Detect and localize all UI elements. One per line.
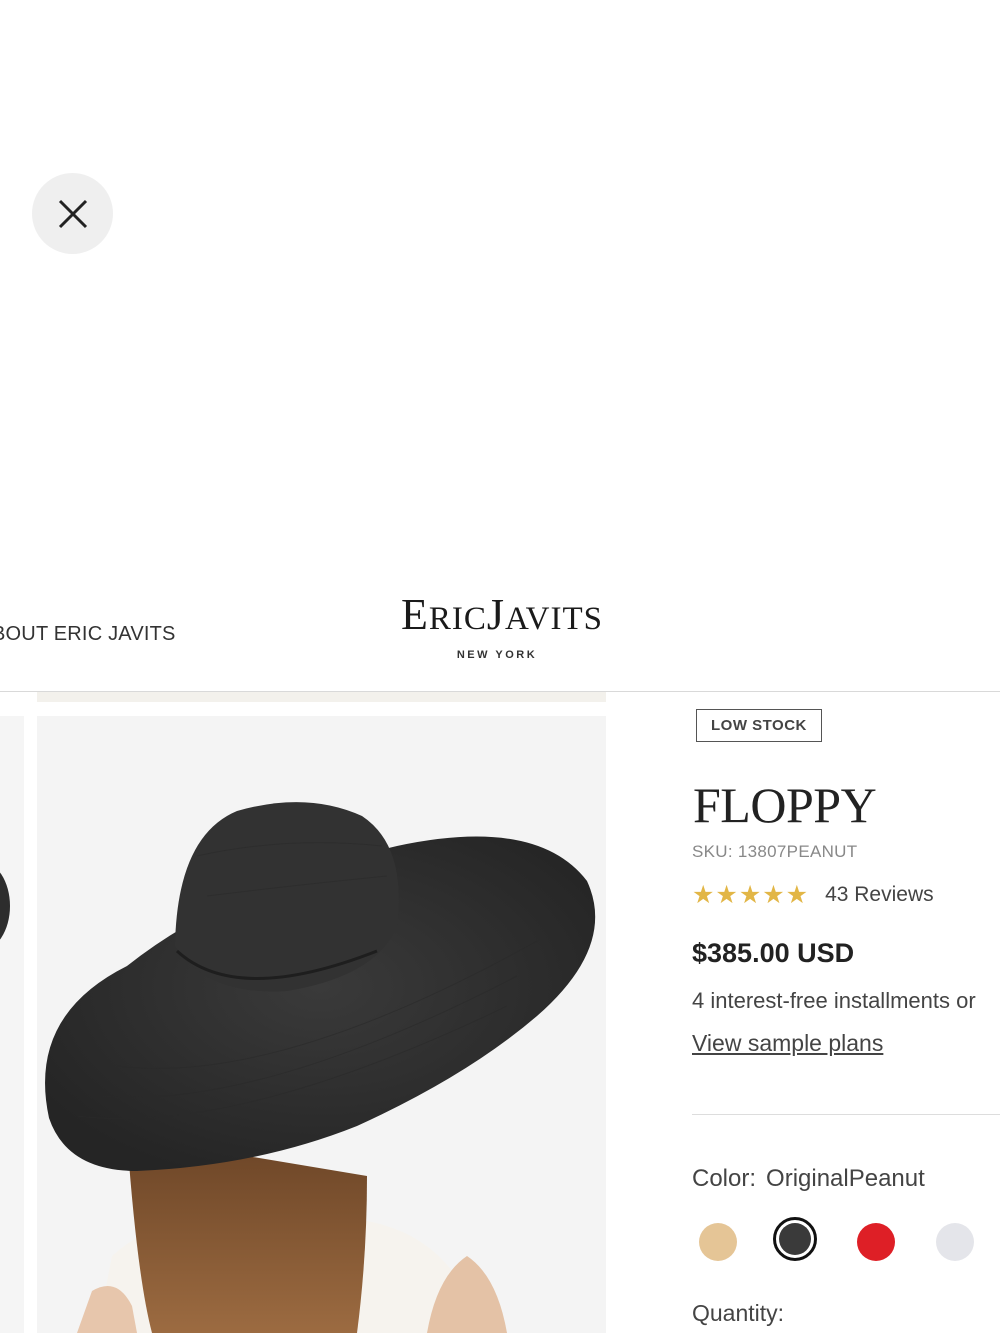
color-label: Color: <box>692 1165 757 1192</box>
hat-photo <box>45 802 596 1333</box>
logo-wordmark: ERICJAVITS <box>401 590 603 639</box>
gallery-top-strip <box>37 692 606 702</box>
close-icon <box>58 199 87 228</box>
logo-subtitle: NEW YORK <box>456 649 538 661</box>
quantity-label: Quantity: <box>692 1300 785 1326</box>
color-value: OriginalPeanut <box>766 1165 925 1192</box>
product-price: $385.00 USD <box>692 938 855 968</box>
product-details: LOW STOCK FLOPPY SKU: 13807PEANUT ★★★★★ … <box>692 692 1000 1333</box>
brand-logo[interactable]: ERICJAVITS NEW YORK <box>386 590 618 662</box>
view-sample-plans-link[interactable]: View sample plans <box>692 1030 883 1057</box>
swatch-peanut[interactable] <box>699 1223 737 1261</box>
low-stock-badge: LOW STOCK <box>696 709 822 742</box>
previous-image-thumb[interactable] <box>0 716 24 1333</box>
product-rating[interactable]: ★★★★★ 43 Reviews <box>692 880 934 910</box>
installments-text: 4 interest-free installments or <box>692 988 976 1013</box>
swatch-black[interactable] <box>773 1217 817 1261</box>
nav-about-link[interactable]: BOUT ERIC JAVITS <box>0 623 176 646</box>
color-selector-label: Color: OriginalPeanut <box>692 1165 925 1193</box>
close-button[interactable] <box>32 173 113 254</box>
reviews-link[interactable]: 43 Reviews <box>825 883 934 907</box>
swatch-red[interactable] <box>857 1223 895 1261</box>
color-swatches <box>692 1214 1000 1270</box>
site-header: BOUT ERIC JAVITS ERICJAVITS NEW YORK <box>0 575 1000 692</box>
product-sku: SKU: 13807PEANUT <box>692 842 858 861</box>
product-image[interactable] <box>37 716 606 1333</box>
star-rating-icon: ★★★★★ <box>692 881 810 909</box>
product-title: FLOPPY <box>693 777 877 833</box>
swatch-white[interactable] <box>936 1223 974 1261</box>
divider <box>692 1114 1000 1115</box>
